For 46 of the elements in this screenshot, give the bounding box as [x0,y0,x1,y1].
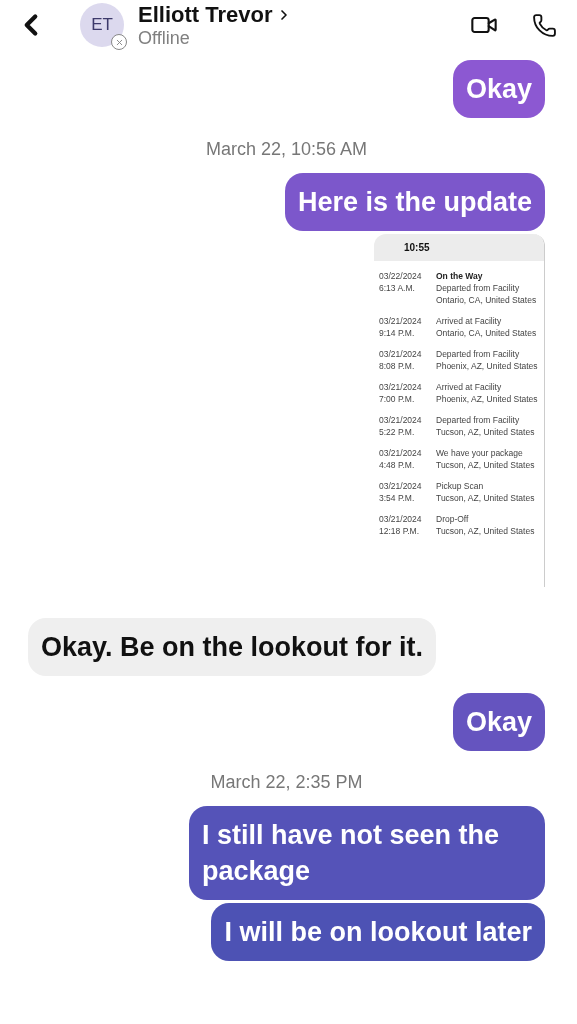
sent-message: I will be on lookout later [211,903,545,961]
tracking-date: 03/21/2024 [379,315,423,327]
contact-name[interactable]: Elliott Trevor [138,1,273,28]
tracking-detail: Tucson, AZ, United States [436,492,536,504]
tracking-time: 8:08 P.M. [379,360,416,372]
tracking-date: 03/22/2024 [379,270,423,282]
tracking-time: 9:14 P.M. [379,327,416,339]
tracking-detail: Arrived at Facility [436,381,503,393]
tracking-time: 3:54 P.M. [379,492,416,504]
tracking-detail: Ontario, CA, United States [436,327,538,339]
phone-icon[interactable] [532,12,557,38]
tracking-date: 03/21/2024 [379,447,423,459]
tracking-detail: Phoenix, AZ, United States [436,360,539,372]
sent-message: Okay [452,60,545,118]
sent-message: Okay [452,693,545,751]
tracking-detail: Arrived at Facility [436,315,503,327]
tracking-detail: Departed from Facility [436,282,521,294]
tracking-detail: Tucson, AZ, United States [436,426,536,438]
contact-status: Offline [138,27,191,49]
sent-message: I still have not seen the package [189,806,545,900]
screenshot-clock: 10:55 [404,242,430,253]
tracking-detail: Departed from Facility [436,348,521,360]
tracking-time: 5:22 P.M. [379,426,416,438]
avatar: ET [80,3,124,47]
tracking-detail: Tucson, AZ, United States [436,459,536,471]
tracking-time: 4:48 P.M. [379,459,416,471]
tracking-detail: Pickup Scan [436,480,485,492]
tracking-date: 03/21/2024 [379,480,423,492]
tracking-detail: Drop-Off [436,513,470,525]
tracking-date: 03/21/2024 [379,513,423,525]
tracking-detail: We have your package [436,447,524,459]
tracking-detail: Tucson, AZ, United States [436,525,536,537]
tracking-detail: Ontario, CA, United States [436,294,538,306]
tracking-time: 12:18 P.M. [379,525,420,537]
timestamp: March 22, 10:56 AM [205,138,368,161]
tracking-detail: Departed from Facility [436,414,521,426]
tracking-date: 03/21/2024 [379,348,423,360]
tracking-date: 03/21/2024 [379,414,423,426]
received-message: Okay. Be on the lookout for it. [28,618,437,676]
sent-message: Here is the update [284,173,545,231]
tracking-time: 6:13 A.M. [379,282,416,294]
tracking-time: 7:00 P.M. [379,393,416,405]
timestamp: March 22, 2:35 PM [210,771,363,794]
tracking-detail: Phoenix, AZ, United States [436,393,539,405]
tracking-date: 03/21/2024 [379,381,423,393]
tracking-detail: On the Way [436,270,484,282]
